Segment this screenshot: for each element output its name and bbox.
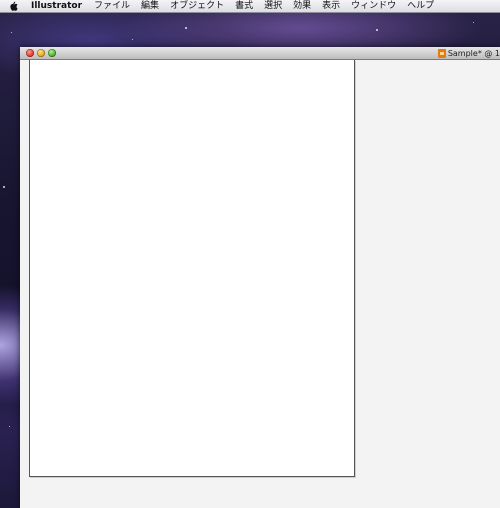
menu-file[interactable]: ファイル — [94, 0, 130, 12]
menu-window[interactable]: ウィンドウ — [351, 0, 396, 12]
star — [132, 39, 133, 40]
illustrator-document-icon — [437, 48, 446, 58]
window-title-text: Sample* @ 1 — [447, 48, 500, 58]
star — [11, 32, 12, 33]
menu-type[interactable]: 書式 — [235, 0, 253, 12]
menu-app-name[interactable]: Illustrator — [31, 0, 82, 12]
window-title-bar[interactable]: Sample* @ 1 — [20, 47, 500, 60]
canvas-area[interactable] — [20, 60, 500, 508]
zoom-button[interactable] — [48, 49, 56, 57]
star — [473, 22, 474, 23]
document-window: Sample* @ 1 — [20, 47, 500, 508]
apple-icon[interactable] — [8, 1, 18, 11]
star — [185, 27, 187, 29]
menu-edit[interactable]: 編集 — [141, 0, 159, 12]
artboard[interactable] — [29, 60, 355, 477]
menu-bar: Illustrator ファイル 編集 オブジェクト 書式 選択 効果 表示 ウ… — [0, 0, 500, 13]
star — [3, 186, 5, 188]
menu-help[interactable]: ヘルプ — [407, 0, 434, 12]
star — [376, 29, 378, 31]
menu-view[interactable]: 表示 — [322, 0, 340, 12]
minimize-button[interactable] — [37, 49, 45, 57]
close-button[interactable] — [26, 49, 34, 57]
window-title: Sample* @ 1 — [437, 47, 500, 59]
menu-object[interactable]: オブジェクト — [170, 0, 224, 12]
menu-select[interactable]: 選択 — [264, 0, 282, 12]
menu-effect[interactable]: 効果 — [293, 0, 311, 12]
star — [9, 426, 10, 427]
